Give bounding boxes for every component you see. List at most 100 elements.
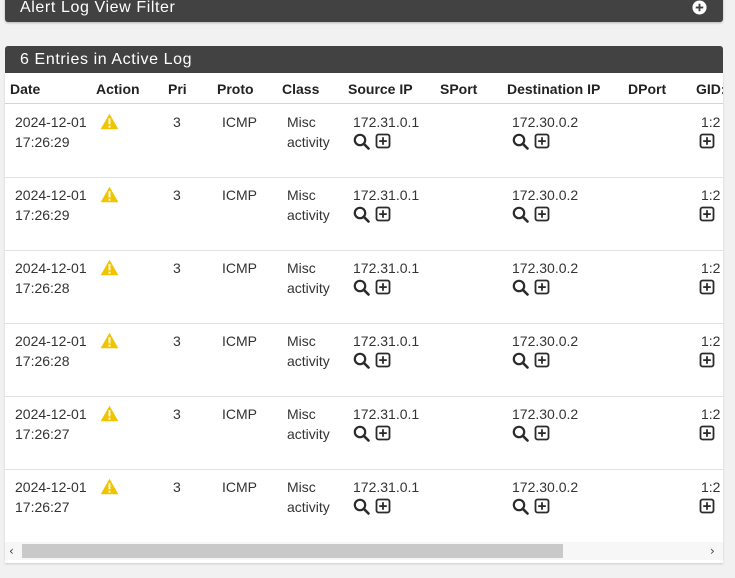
plus-square-icon[interactable] [534, 352, 551, 369]
column-header-source-ip[interactable]: Source IP [348, 81, 413, 97]
scroll-thumb[interactable] [22, 544, 563, 558]
search-icon[interactable] [512, 425, 529, 442]
column-header-proto[interactable]: Proto [217, 81, 254, 97]
column-header-sport[interactable]: SPort [440, 81, 477, 97]
search-icon[interactable] [353, 352, 370, 369]
plus-square-icon[interactable] [375, 352, 392, 369]
table-row: 2024-12-01 17:26:29 3 ICMP Misc activity 172.3… [5, 178, 723, 251]
gid-cell: 1:2 [701, 260, 721, 276]
destination-ip-cell: 172.30.0.2 [512, 406, 579, 422]
priority-cell: 3 [173, 260, 181, 276]
alert-log-filter-header[interactable]: Alert Log View Filter [5, 0, 723, 22]
column-header-class[interactable]: Class [282, 81, 319, 97]
priority-cell: 3 [173, 114, 181, 130]
warning-icon [100, 332, 119, 349]
table-row: 2024-12-01 17:26:28 3 ICMP Misc activity 172.3… [5, 251, 723, 324]
class-cell: Misc [287, 114, 316, 130]
priority-cell: 3 [173, 479, 181, 495]
plus-square-icon[interactable] [699, 425, 716, 442]
class-cell: Misc [287, 406, 316, 422]
protocol-cell: ICMP [222, 114, 257, 130]
column-header-pri[interactable]: Pri [168, 81, 187, 97]
class-cell-line2: activity [287, 499, 330, 515]
time-cell: 17:26:27 [15, 499, 70, 515]
gid-cell: 1:2 [701, 406, 721, 422]
plus-square-icon[interactable] [375, 133, 392, 150]
plus-square-icon[interactable] [534, 206, 551, 223]
date-cell: 2024-12-01 [15, 187, 87, 203]
gid-cell: 1:2 [701, 187, 721, 203]
protocol-cell: ICMP [222, 406, 257, 422]
filter-panel-title: Alert Log View Filter [20, 0, 176, 16]
source-ip-cell: 172.31.0.1 [353, 187, 420, 203]
date-cell: 2024-12-01 [15, 333, 87, 349]
warning-icon [100, 405, 119, 422]
destination-ip-cell: 172.30.0.2 [512, 333, 579, 349]
column-header-destination-ip[interactable]: Destination IP [507, 81, 600, 97]
class-cell-line2: activity [287, 207, 330, 223]
plus-square-icon[interactable] [375, 279, 392, 296]
search-icon[interactable] [353, 133, 370, 150]
column-header-gid[interactable]: GID: [696, 81, 723, 97]
warning-icon [100, 113, 119, 130]
scroll-track[interactable] [22, 544, 706, 558]
protocol-cell: ICMP [222, 333, 257, 349]
plus-square-icon[interactable] [375, 206, 392, 223]
class-cell: Misc [287, 260, 316, 276]
search-icon[interactable] [512, 352, 529, 369]
column-header-dport[interactable]: DPort [628, 81, 666, 97]
gid-cell: 1:2 [701, 479, 721, 495]
class-cell-line2: activity [287, 426, 330, 442]
table-row: 2024-12-01 17:26:27 3 ICMP Misc activity 172.3… [5, 470, 723, 543]
destination-ip-cell: 172.30.0.2 [512, 187, 579, 203]
destination-ip-cell: 172.30.0.2 [512, 479, 579, 495]
date-cell: 2024-12-01 [15, 114, 87, 130]
plus-circle-icon[interactable] [692, 0, 707, 15]
class-cell-line2: activity [287, 280, 330, 296]
search-icon[interactable] [353, 206, 370, 223]
plus-square-icon[interactable] [699, 279, 716, 296]
plus-square-icon[interactable] [699, 206, 716, 223]
search-icon[interactable] [512, 133, 529, 150]
scroll-left-arrow-icon[interactable]: ‹ [9, 544, 14, 558]
time-cell: 17:26:28 [15, 280, 70, 296]
search-icon[interactable] [353, 498, 370, 515]
class-cell-line2: activity [287, 353, 330, 369]
active-log-header: 6 Entries in Active Log [5, 46, 723, 73]
plus-square-icon[interactable] [375, 498, 392, 515]
warning-icon [100, 259, 119, 276]
table-row: 2024-12-01 17:26:28 3 ICMP Misc activity 172.3… [5, 324, 723, 397]
search-icon[interactable] [353, 425, 370, 442]
warning-icon [100, 186, 119, 203]
plus-square-icon[interactable] [375, 425, 392, 442]
source-ip-cell: 172.31.0.1 [353, 114, 420, 130]
gid-cell: 1:2 [701, 114, 721, 130]
source-ip-cell: 172.31.0.1 [353, 479, 420, 495]
date-cell: 2024-12-01 [15, 260, 87, 276]
search-icon[interactable] [512, 206, 529, 223]
class-cell-line2: activity [287, 134, 330, 150]
column-header-date[interactable]: Date [10, 81, 40, 97]
destination-ip-cell: 172.30.0.2 [512, 114, 579, 130]
time-cell: 17:26:29 [15, 134, 70, 150]
search-icon[interactable] [512, 279, 529, 296]
plus-square-icon[interactable] [699, 352, 716, 369]
column-header-action[interactable]: Action [96, 81, 140, 97]
plus-square-icon[interactable] [534, 498, 551, 515]
plus-square-icon[interactable] [534, 133, 551, 150]
horizontal-scrollbar[interactable]: ‹ › [5, 542, 723, 560]
search-icon[interactable] [512, 498, 529, 515]
protocol-cell: ICMP [222, 260, 257, 276]
source-ip-cell: 172.31.0.1 [353, 333, 420, 349]
alert-log-table: Date Action Pri Proto Class Source IP SP… [5, 73, 723, 563]
plus-square-icon[interactable] [699, 498, 716, 515]
plus-square-icon[interactable] [534, 279, 551, 296]
plus-square-icon[interactable] [534, 425, 551, 442]
plus-square-icon[interactable] [699, 133, 716, 150]
scroll-right-arrow-icon[interactable]: › [710, 544, 715, 558]
time-cell: 17:26:28 [15, 353, 70, 369]
search-icon[interactable] [353, 279, 370, 296]
class-cell: Misc [287, 187, 316, 203]
log-panel-title: 6 Entries in Active Log [20, 51, 193, 68]
source-ip-cell: 172.31.0.1 [353, 260, 420, 276]
